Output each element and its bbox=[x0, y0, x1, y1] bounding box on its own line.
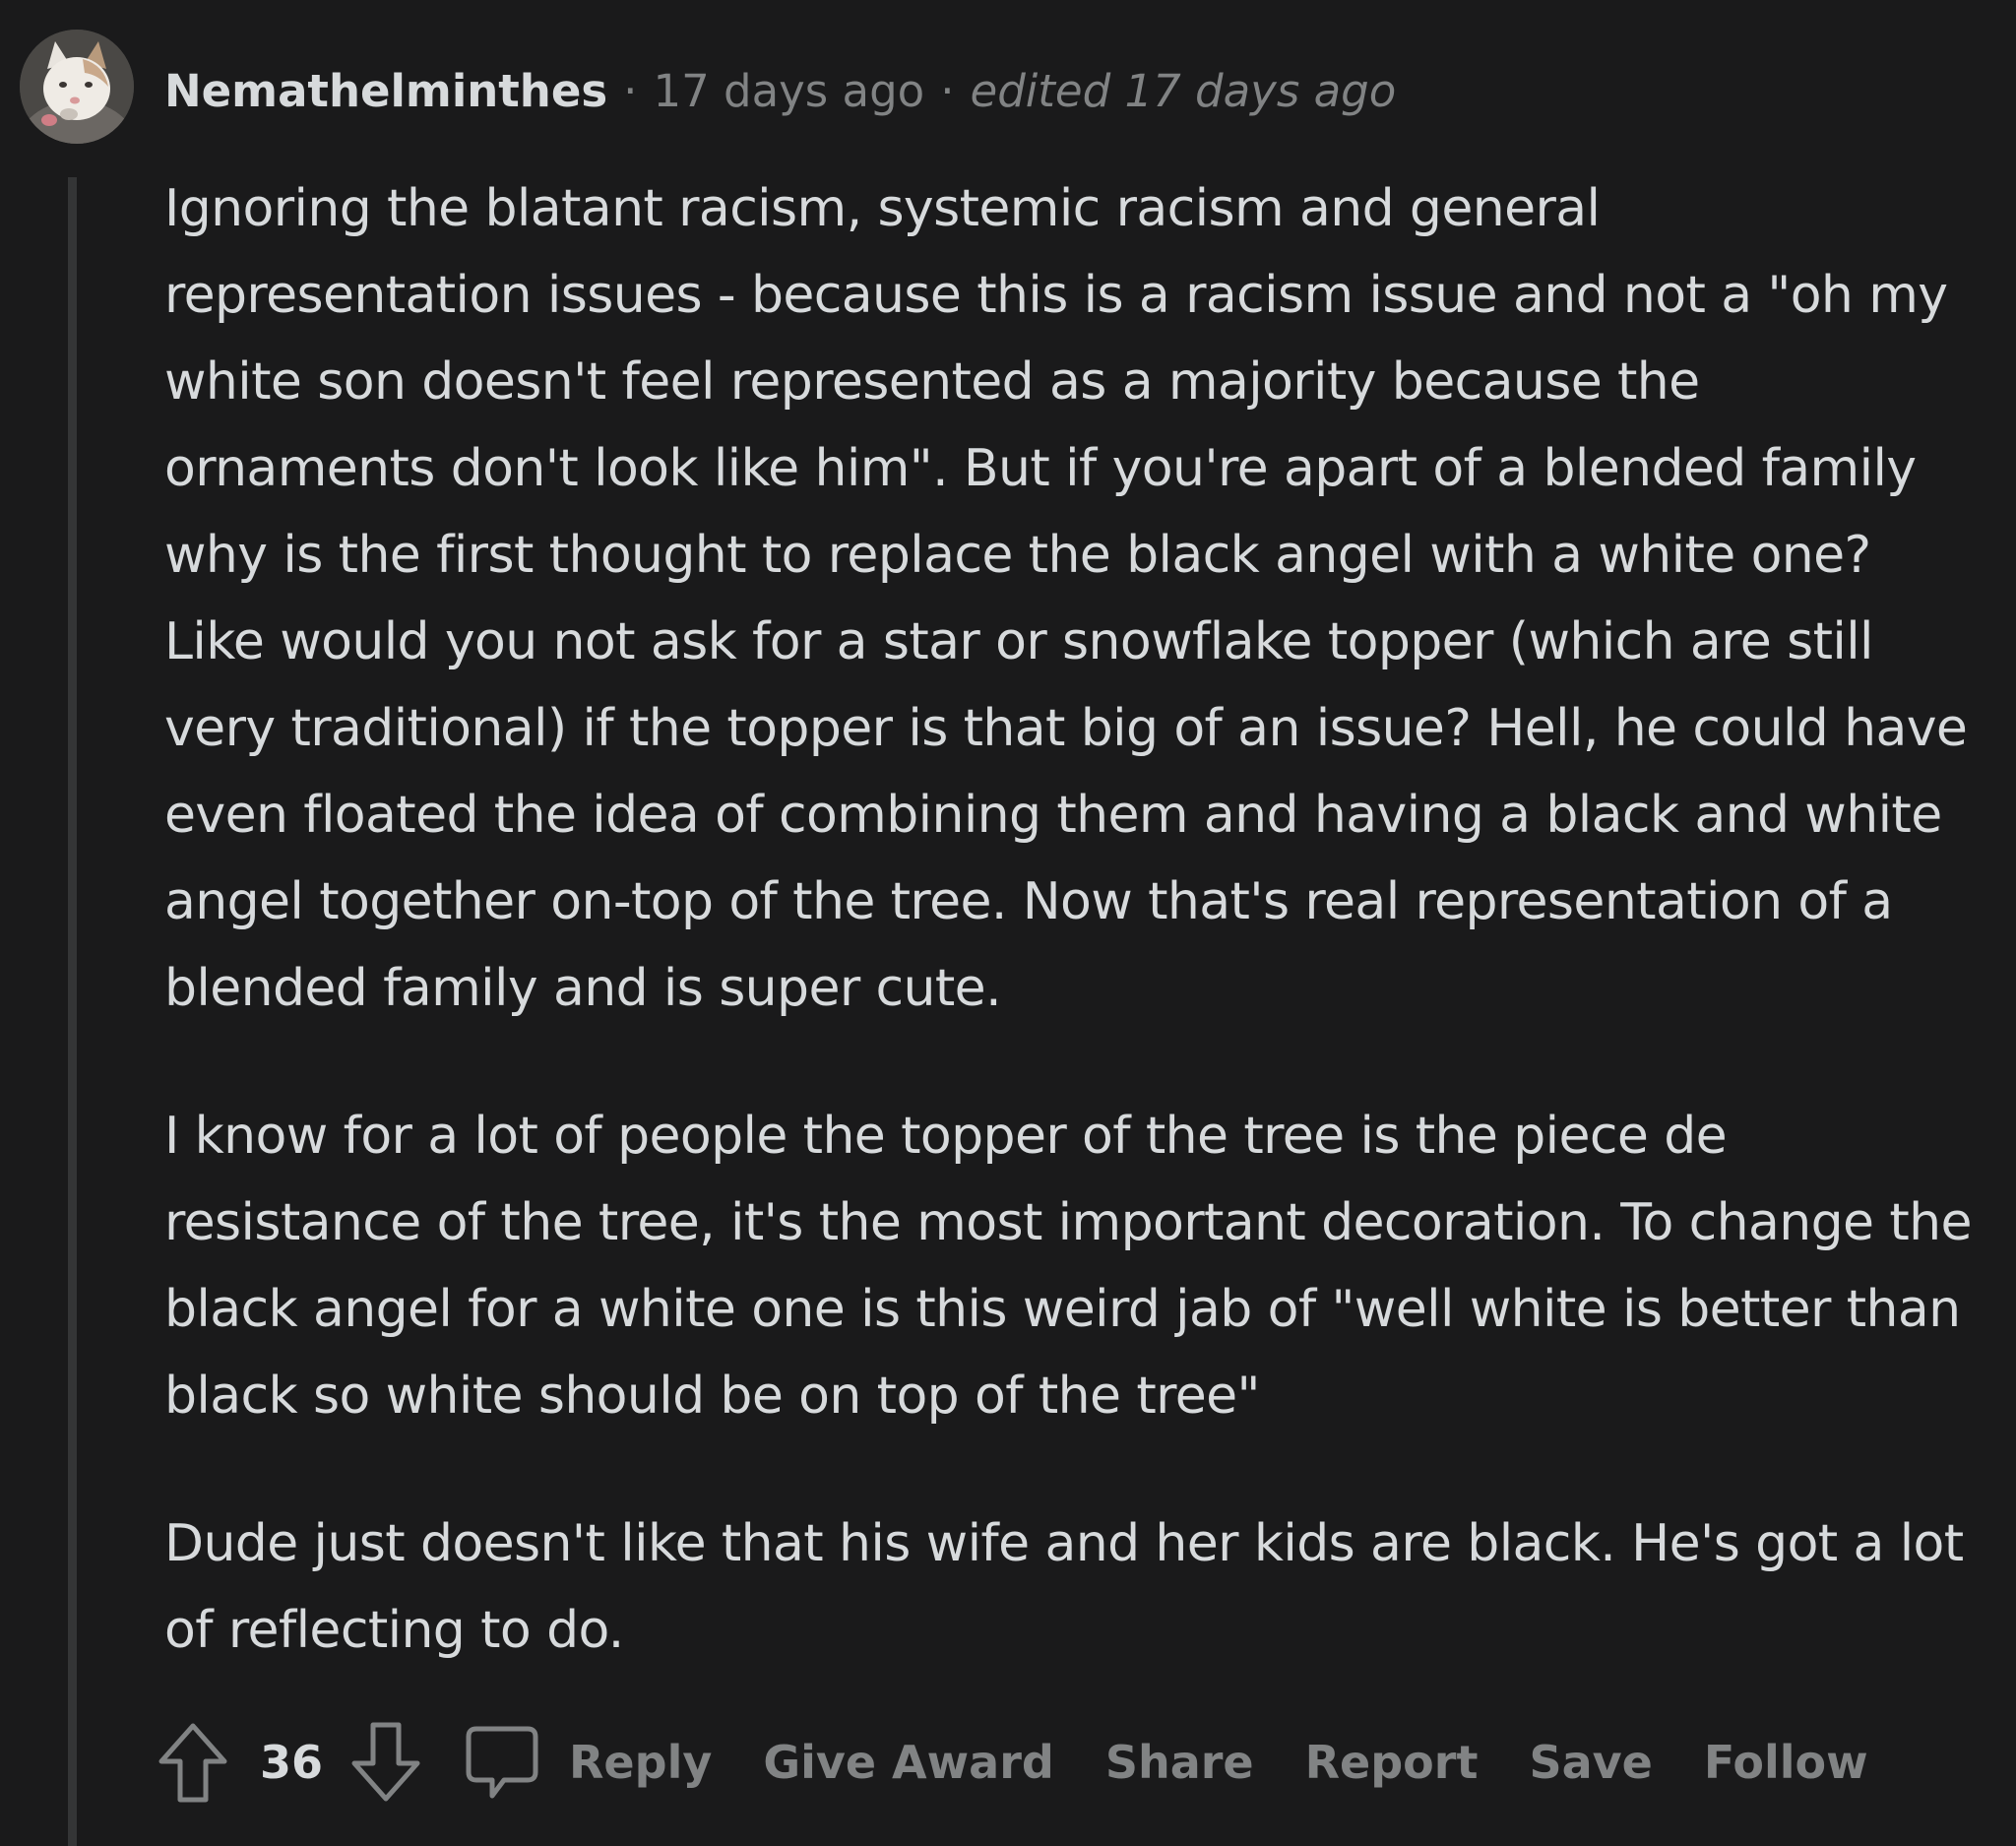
meta-separator: · bbox=[940, 64, 955, 117]
reply-button[interactable]: Reply bbox=[463, 1723, 712, 1802]
meta-separator: · bbox=[623, 64, 638, 117]
thread-line[interactable] bbox=[68, 177, 77, 1846]
upvote-arrow-icon bbox=[158, 1723, 227, 1803]
comment-body: Ignoring the blatant racism, systemic ra… bbox=[164, 165, 1976, 1735]
reply-label: Reply bbox=[569, 1736, 713, 1789]
share-button[interactable]: Share bbox=[1105, 1736, 1254, 1789]
author-name[interactable]: Nemathelminthes bbox=[164, 65, 607, 117]
cat-avatar-image bbox=[20, 30, 134, 144]
comment-meta: Nemathelminthes · 17 days ago · edited 1… bbox=[164, 59, 1396, 122]
avatar[interactable] bbox=[20, 30, 134, 144]
comment: Nemathelminthes · 17 days ago · edited 1… bbox=[0, 0, 2016, 1846]
vote-count: 36 bbox=[260, 1736, 324, 1789]
save-button[interactable]: Save bbox=[1529, 1736, 1652, 1789]
comment-paragraph: Dude just doesn't like that his wife and… bbox=[164, 1514, 1964, 1660]
upvote-button[interactable] bbox=[156, 1721, 230, 1804]
comment-paragraph: Ignoring the blatant racism, systemic ra… bbox=[164, 179, 1968, 1018]
give-award-button[interactable]: Give Award bbox=[763, 1736, 1053, 1789]
edited-timestamp: edited 17 days ago bbox=[970, 64, 1397, 117]
downvote-button[interactable] bbox=[348, 1721, 423, 1804]
comment-timestamp[interactable]: 17 days ago bbox=[653, 65, 924, 117]
downvote-arrow-icon bbox=[351, 1722, 420, 1802]
comment-paragraph: I know for a lot of people the topper of… bbox=[164, 1107, 1973, 1426]
comment-actions: 36 Reply Give Award Share Report Save Fo… bbox=[156, 1721, 1920, 1804]
follow-button[interactable]: Follow bbox=[1704, 1736, 1868, 1789]
speech-bubble-icon bbox=[466, 1726, 538, 1799]
report-button[interactable]: Report bbox=[1305, 1736, 1479, 1789]
